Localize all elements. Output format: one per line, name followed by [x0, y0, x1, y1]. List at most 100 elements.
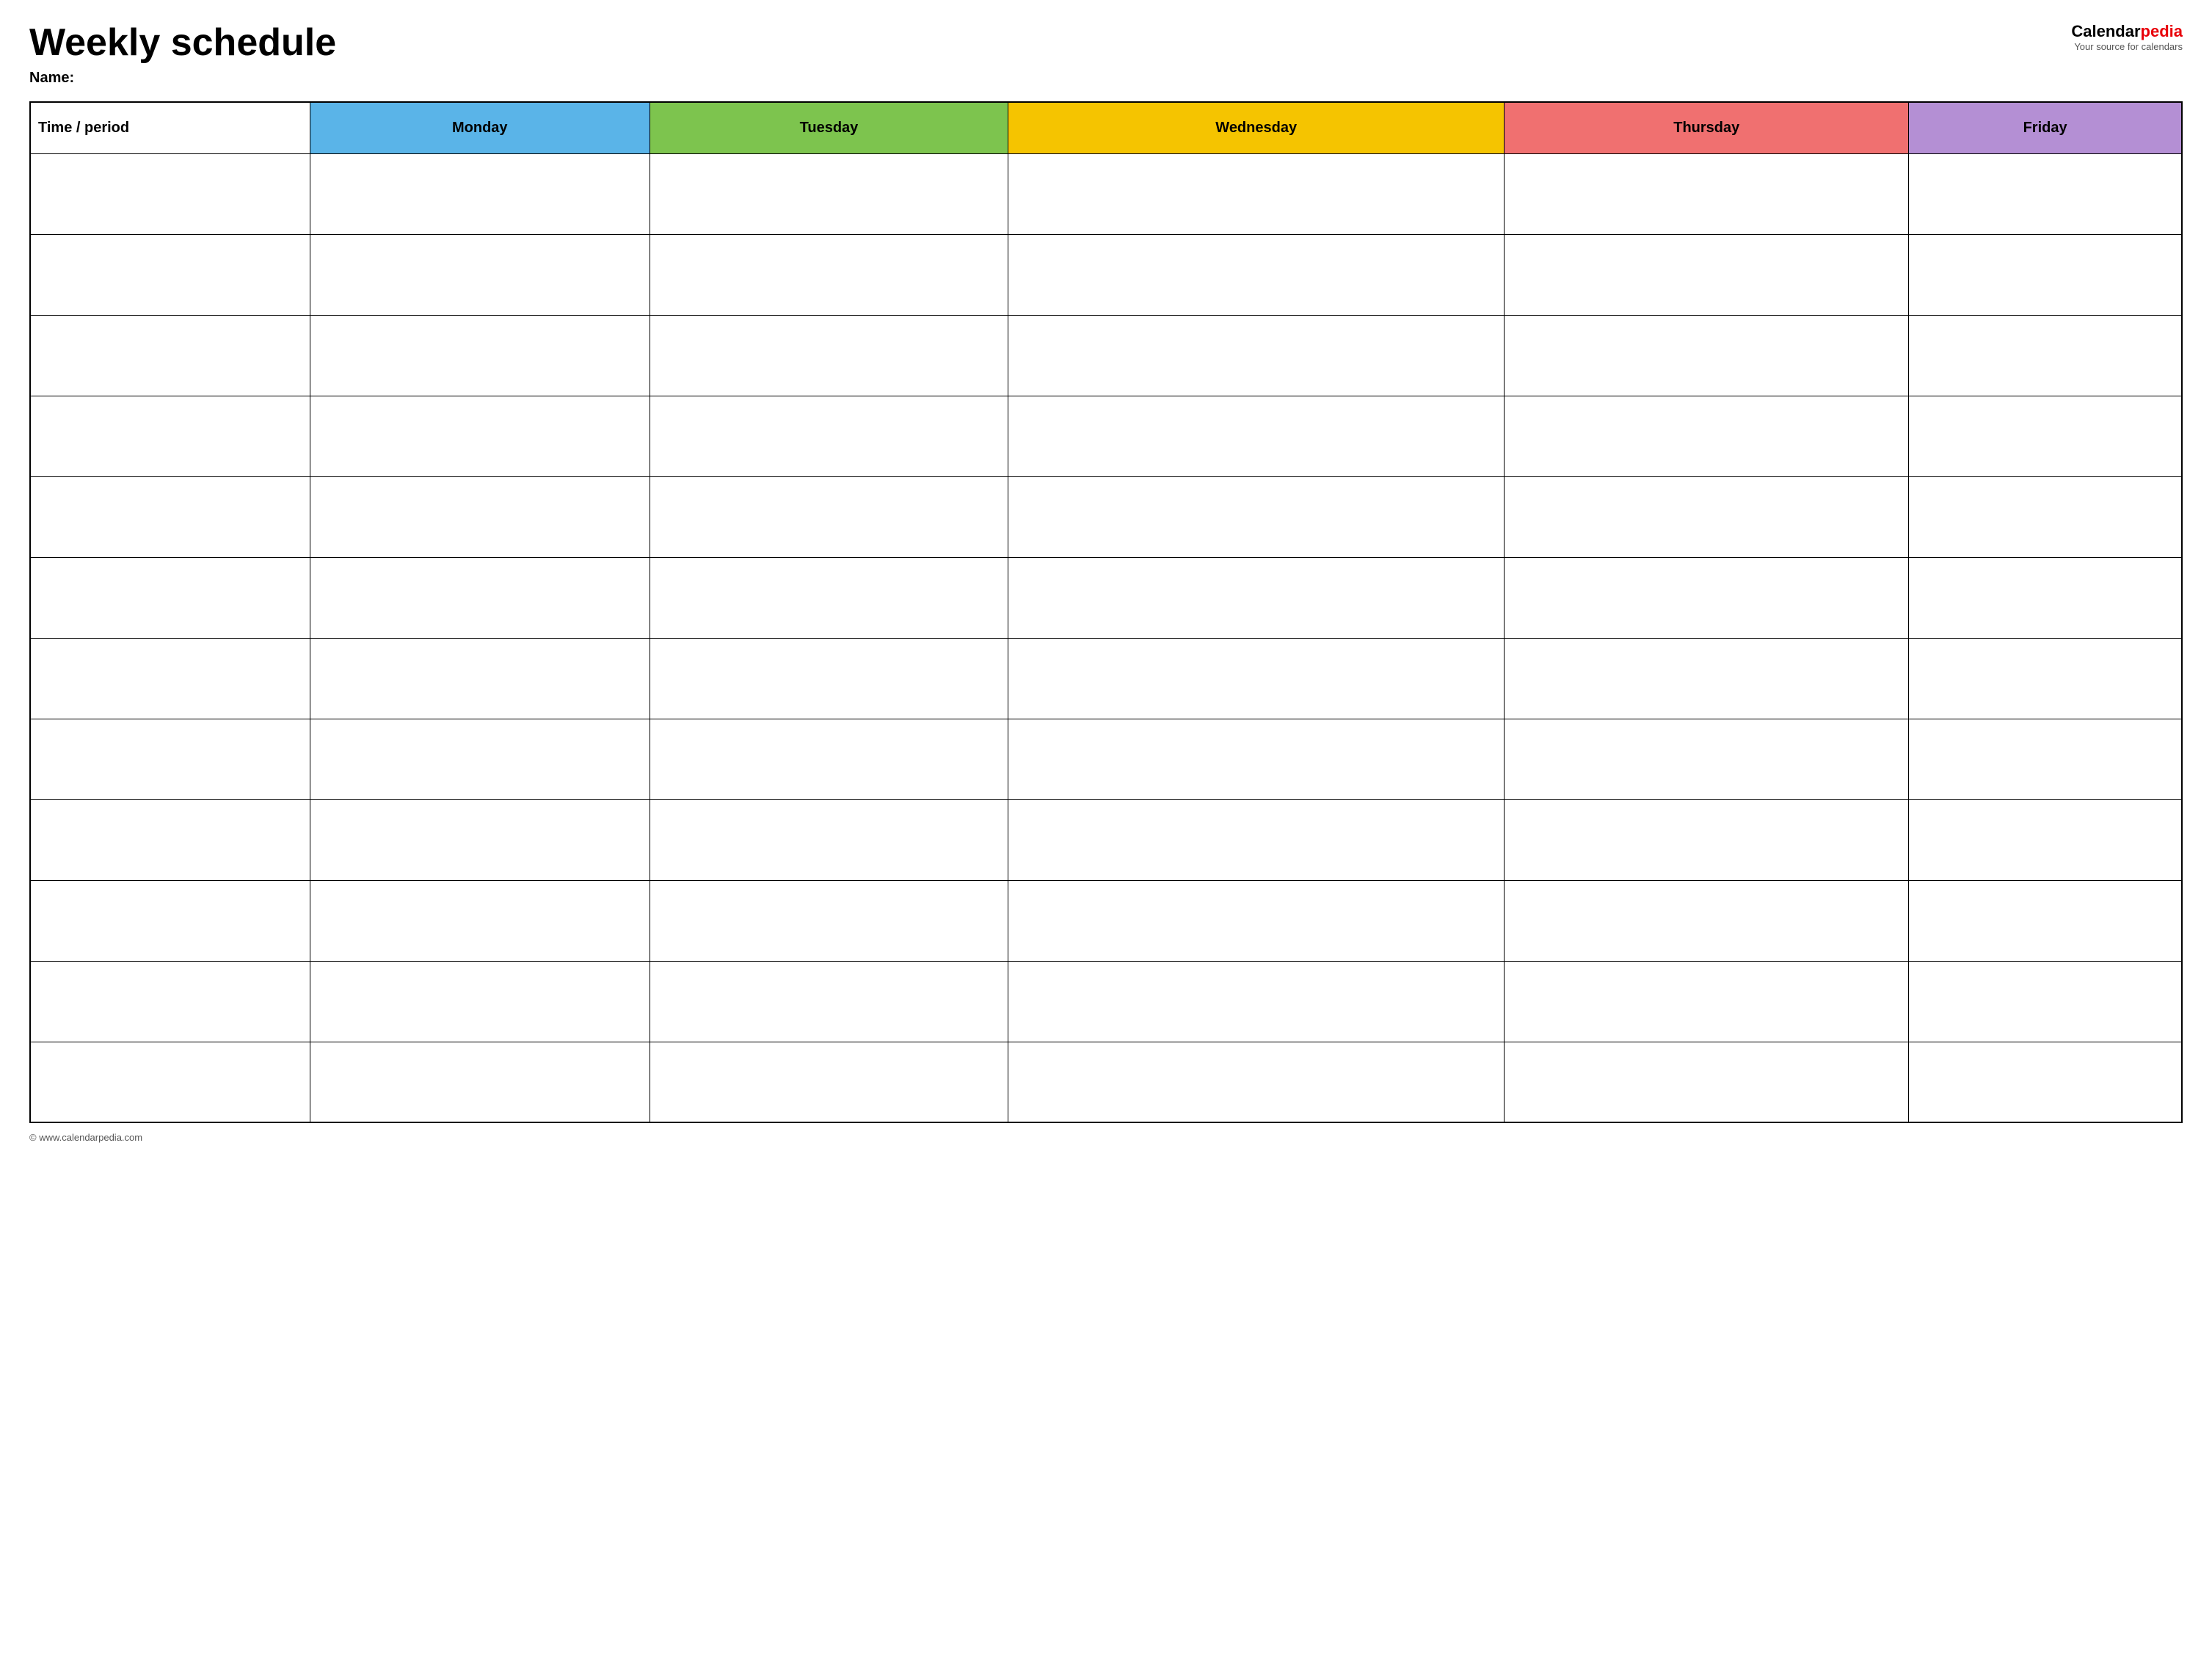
- schedule-cell[interactable]: [310, 315, 650, 396]
- table-row: [30, 234, 2182, 315]
- time-cell[interactable]: [30, 476, 310, 557]
- time-cell[interactable]: [30, 315, 310, 396]
- schedule-cell[interactable]: [1909, 315, 2182, 396]
- schedule-cell[interactable]: [1505, 557, 1909, 638]
- time-cell[interactable]: [30, 799, 310, 880]
- schedule-cell[interactable]: [1909, 396, 2182, 476]
- schedule-cell[interactable]: [1909, 799, 2182, 880]
- schedule-cell[interactable]: [310, 234, 650, 315]
- schedule-cell[interactable]: [650, 153, 1008, 234]
- time-cell[interactable]: [30, 234, 310, 315]
- schedule-cell[interactable]: [650, 1042, 1008, 1122]
- schedule-cell[interactable]: [1008, 719, 1505, 799]
- schedule-cell[interactable]: [310, 880, 650, 961]
- schedule-cell[interactable]: [1909, 153, 2182, 234]
- schedule-cell[interactable]: [310, 1042, 650, 1122]
- schedule-cell[interactable]: [1505, 799, 1909, 880]
- schedule-cell[interactable]: [1505, 476, 1909, 557]
- schedule-cell[interactable]: [1505, 719, 1909, 799]
- time-cell[interactable]: [30, 1042, 310, 1122]
- schedule-cell[interactable]: [650, 961, 1008, 1042]
- schedule-cell[interactable]: [1008, 961, 1505, 1042]
- schedule-cell[interactable]: [1008, 799, 1505, 880]
- schedule-cell[interactable]: [650, 880, 1008, 961]
- schedule-cell[interactable]: [1505, 961, 1909, 1042]
- schedule-cell[interactable]: [310, 153, 650, 234]
- table-row: [30, 476, 2182, 557]
- schedule-cell[interactable]: [1505, 315, 1909, 396]
- page-title: Weekly schedule: [29, 22, 336, 64]
- schedule-cell[interactable]: [310, 799, 650, 880]
- col-header-friday: Friday: [1909, 102, 2182, 153]
- schedule-cell[interactable]: [310, 557, 650, 638]
- footer: © www.calendarpedia.com: [29, 1132, 2183, 1143]
- schedule-cell[interactable]: [650, 719, 1008, 799]
- schedule-cell[interactable]: [1909, 557, 2182, 638]
- col-header-thursday: Thursday: [1505, 102, 1909, 153]
- schedule-cell[interactable]: [650, 476, 1008, 557]
- schedule-cell[interactable]: [650, 396, 1008, 476]
- schedule-cell[interactable]: [650, 557, 1008, 638]
- name-label: Name:: [29, 70, 336, 87]
- schedule-cell[interactable]: [650, 638, 1008, 719]
- table-row: [30, 638, 2182, 719]
- schedule-cell[interactable]: [1909, 961, 2182, 1042]
- logo-pedia: pedia: [2141, 22, 2183, 40]
- schedule-cell[interactable]: [310, 961, 650, 1042]
- schedule-cell[interactable]: [1008, 1042, 1505, 1122]
- schedule-cell[interactable]: [1008, 234, 1505, 315]
- logo-section: Calendarpedia Your source for calendars: [2071, 22, 2183, 52]
- table-row: [30, 799, 2182, 880]
- schedule-cell[interactable]: [310, 476, 650, 557]
- schedule-cell[interactable]: [1008, 880, 1505, 961]
- time-cell[interactable]: [30, 719, 310, 799]
- schedule-cell[interactable]: [310, 396, 650, 476]
- time-cell[interactable]: [30, 396, 310, 476]
- col-header-wednesday: Wednesday: [1008, 102, 1505, 153]
- table-row: [30, 880, 2182, 961]
- schedule-cell[interactable]: [1909, 880, 2182, 961]
- schedule-cell[interactable]: [1909, 234, 2182, 315]
- schedule-cell[interactable]: [1008, 396, 1505, 476]
- schedule-cell[interactable]: [1505, 153, 1909, 234]
- table-row: [30, 396, 2182, 476]
- schedule-body: [30, 153, 2182, 1122]
- title-section: Weekly schedule Name:: [29, 22, 336, 87]
- table-row: [30, 961, 2182, 1042]
- schedule-cell[interactable]: [650, 234, 1008, 315]
- schedule-cell[interactable]: [1505, 880, 1909, 961]
- schedule-cell[interactable]: [1505, 234, 1909, 315]
- col-header-time: Time / period: [30, 102, 310, 153]
- schedule-cell[interactable]: [1909, 1042, 2182, 1122]
- schedule-cell[interactable]: [1008, 476, 1505, 557]
- schedule-cell[interactable]: [650, 799, 1008, 880]
- table-row: [30, 315, 2182, 396]
- schedule-cell[interactable]: [1008, 153, 1505, 234]
- schedule-cell[interactable]: [1909, 476, 2182, 557]
- schedule-cell[interactable]: [1008, 638, 1505, 719]
- schedule-cell[interactable]: [1505, 396, 1909, 476]
- page-header: Weekly schedule Name: Calendarpedia Your…: [29, 22, 2183, 87]
- time-cell[interactable]: [30, 638, 310, 719]
- col-header-tuesday: Tuesday: [650, 102, 1008, 153]
- schedule-cell[interactable]: [1505, 638, 1909, 719]
- copyright-text: © www.calendarpedia.com: [29, 1132, 142, 1143]
- schedule-cell[interactable]: [1505, 1042, 1909, 1122]
- logo-text: Calendarpedia: [2071, 22, 2183, 41]
- time-cell[interactable]: [30, 880, 310, 961]
- col-header-monday: Monday: [310, 102, 650, 153]
- schedule-cell[interactable]: [1008, 315, 1505, 396]
- schedule-cell[interactable]: [310, 638, 650, 719]
- table-row: [30, 1042, 2182, 1122]
- schedule-table: Time / period Monday Tuesday Wednesday T…: [29, 101, 2183, 1123]
- time-cell[interactable]: [30, 153, 310, 234]
- schedule-cell[interactable]: [1008, 557, 1505, 638]
- time-cell[interactable]: [30, 557, 310, 638]
- schedule-cell[interactable]: [310, 719, 650, 799]
- time-cell[interactable]: [30, 961, 310, 1042]
- schedule-cell[interactable]: [1909, 638, 2182, 719]
- schedule-cell[interactable]: [650, 315, 1008, 396]
- table-row: [30, 153, 2182, 234]
- schedule-cell[interactable]: [1909, 719, 2182, 799]
- table-row: [30, 557, 2182, 638]
